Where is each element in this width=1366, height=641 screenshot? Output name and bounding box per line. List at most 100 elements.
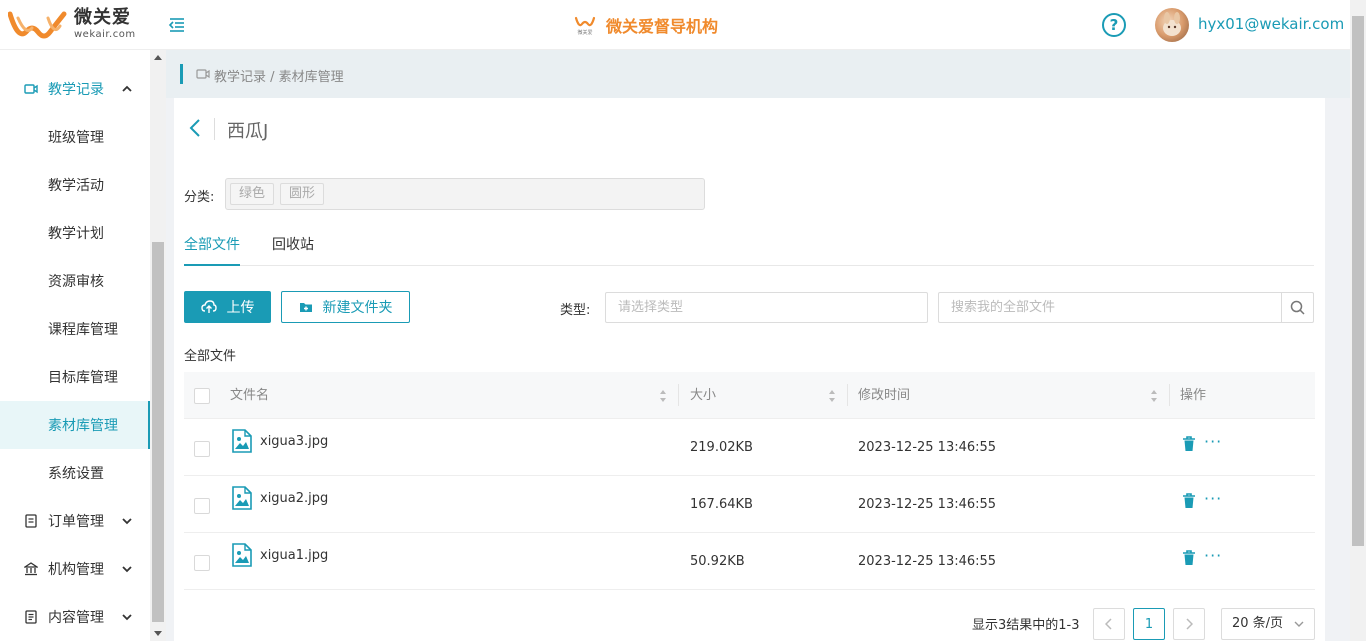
page-number-button[interactable]: 1: [1133, 608, 1165, 640]
sidebar-group-label: 机构管理: [48, 562, 104, 578]
breadcrumb: 教学记录 / 素材库管理: [166, 50, 1350, 98]
sidebar-item-class-management[interactable]: 班级管理: [0, 113, 150, 161]
more-actions-icon[interactable]: ···: [1204, 434, 1222, 450]
page-scrollbar-thumb[interactable]: [1352, 16, 1364, 546]
delete-icon[interactable]: [1182, 550, 1196, 566]
sidebar-item-material-library[interactable]: 素材库管理: [0, 401, 150, 449]
delete-icon[interactable]: [1182, 493, 1196, 509]
upload-button[interactable]: 上传: [184, 291, 271, 323]
column-header-modified[interactable]: 修改时间: [858, 372, 910, 419]
sidebar-group-label: 教学记录: [48, 82, 104, 98]
scroll-down-arrow-icon[interactable]: [154, 631, 162, 636]
chevron-down-icon: [122, 518, 132, 525]
file-modified: 2023-12-25 13:46:55: [858, 440, 997, 455]
upload-button-label: 上传: [226, 300, 255, 316]
sidebar-item-teaching-plan[interactable]: 教学计划: [0, 209, 150, 257]
file-modified: 2023-12-25 13:46:55: [858, 497, 997, 512]
sidebar-item-teaching-activities[interactable]: 教学活动: [0, 161, 150, 209]
file-size: 50.92KB: [690, 554, 745, 569]
title-divider: [214, 118, 215, 140]
image-file-icon: [232, 543, 252, 567]
brand-logo-mark-icon: [8, 11, 67, 39]
page-size-select[interactable]: 20 条/页: [1221, 608, 1315, 640]
select-all-checkbox[interactable]: [194, 388, 210, 404]
column-header-size[interactable]: 大小: [690, 372, 716, 419]
image-file-icon: [232, 486, 252, 510]
search-button[interactable]: [1281, 293, 1313, 322]
top-header: 微关爱 wekair.com 微关爱 微关爱督导机构 ? hyx01@wekai…: [0, 0, 1366, 50]
file-name[interactable]: xigua1.jpg: [260, 548, 328, 563]
sidebar-item-label: 班级管理: [48, 130, 104, 146]
next-page-button[interactable]: [1173, 608, 1205, 640]
table-row[interactable]: xigua2.jpg 167.64KB 2023-12-25 13:46:55 …: [184, 476, 1315, 533]
page-scrollbar[interactable]: [1350, 0, 1366, 641]
new-folder-button[interactable]: 新建文件夹: [281, 291, 410, 323]
file-size: 167.64KB: [690, 497, 753, 512]
scroll-up-arrow-icon[interactable]: [154, 55, 162, 60]
tab-all-files[interactable]: 全部文件: [184, 234, 240, 266]
brand-logo[interactable]: 微关爱 wekair.com: [8, 6, 136, 42]
sort-icon[interactable]: [828, 389, 836, 403]
sidebar-item-course-library[interactable]: 课程库管理: [0, 305, 150, 353]
org-logo-icon: 微关爱: [574, 16, 596, 36]
user-email[interactable]: hyx01@wekair.com: [1198, 15, 1344, 33]
help-button[interactable]: ?: [1102, 13, 1126, 37]
sidebar-scrollbar[interactable]: [150, 50, 166, 641]
sidebar-group-institutions[interactable]: 机构管理: [0, 545, 150, 593]
sort-icon[interactable]: [659, 389, 667, 403]
sidebar-item-label: 系统设置: [48, 466, 104, 482]
sidebar-item-system-settings[interactable]: 系统设置: [0, 449, 150, 497]
table-row[interactable]: xigua1.jpg 50.92KB 2023-12-25 13:46:55 ·…: [184, 533, 1315, 590]
sidebar-scrollbar-thumb[interactable]: [152, 242, 164, 622]
type-filter-select[interactable]: 请选择类型: [605, 292, 928, 323]
column-header-actions: 操作: [1180, 388, 1207, 403]
back-arrow-icon[interactable]: [188, 118, 202, 138]
file-search-input[interactable]: [939, 293, 1282, 322]
file-name[interactable]: xigua3.jpg: [260, 434, 328, 449]
collapse-sidebar-icon[interactable]: [168, 16, 186, 34]
column-separator: [1169, 384, 1170, 406]
sidebar-group-label: 订单管理: [48, 514, 104, 530]
table-header: 文件名 大小 修改时间 操作: [184, 372, 1315, 419]
table-row[interactable]: xigua3.jpg 219.02KB 2023-12-25 13:46:55 …: [184, 419, 1315, 476]
tab-recycle-bin[interactable]: 回收站: [272, 234, 314, 266]
column-separator: [847, 384, 848, 406]
category-tag: 绿色: [230, 183, 275, 205]
file-tabs: 全部文件 回收站: [184, 234, 1314, 266]
row-checkbox[interactable]: [194, 555, 210, 571]
sidebar-item-resource-review[interactable]: 资源审核: [0, 257, 150, 305]
institution-icon: [24, 562, 38, 576]
page-title: 西瓜J: [227, 121, 269, 142]
column-separator: [678, 384, 679, 406]
image-file-icon: [232, 429, 252, 453]
material-library-panel: 西瓜J 分类: 绿色 圆形 全部文件 回收站 上传 新建文件夹 类型: 请选择类…: [174, 98, 1325, 641]
chevron-up-icon: [122, 85, 132, 92]
sidebar-group-teaching-records[interactable]: 教学记录: [0, 65, 150, 113]
current-path: 全部文件: [184, 349, 237, 364]
user-avatar[interactable]: [1155, 8, 1189, 42]
order-icon: [25, 514, 37, 528]
type-filter-label: 类型:: [560, 303, 591, 318]
sidebar-group-content[interactable]: 内容管理: [0, 593, 150, 641]
breadcrumb-text: 教学记录 / 素材库管理: [214, 70, 344, 85]
sidebar-item-label: 教学活动: [48, 178, 104, 194]
sidebar-group-label: 内容管理: [48, 610, 104, 626]
row-checkbox[interactable]: [194, 498, 210, 514]
sidebar-item-label: 教学计划: [48, 226, 104, 242]
sidebar-item-goal-library[interactable]: 目标库管理: [0, 353, 150, 401]
sidebar-item-label: 资源审核: [48, 274, 104, 290]
delete-icon[interactable]: [1182, 436, 1196, 452]
more-actions-icon[interactable]: ···: [1204, 491, 1222, 507]
sidebar-item-label: 目标库管理: [48, 370, 118, 386]
sidebar-group-orders[interactable]: 订单管理: [0, 497, 150, 545]
column-header-name[interactable]: 文件名: [230, 372, 269, 419]
file-name[interactable]: xigua2.jpg: [260, 491, 328, 506]
prev-page-button[interactable]: [1093, 608, 1125, 640]
category-field[interactable]: 绿色 圆形: [225, 178, 705, 210]
more-actions-icon[interactable]: ···: [1204, 548, 1222, 564]
sort-icon[interactable]: [1150, 389, 1158, 403]
org-brand: 微关爱 微关爱督导机构: [574, 13, 718, 37]
row-checkbox[interactable]: [194, 441, 210, 457]
sidebar-item-label: 素材库管理: [48, 418, 118, 434]
brand-name: 微关爱: [74, 6, 131, 28]
